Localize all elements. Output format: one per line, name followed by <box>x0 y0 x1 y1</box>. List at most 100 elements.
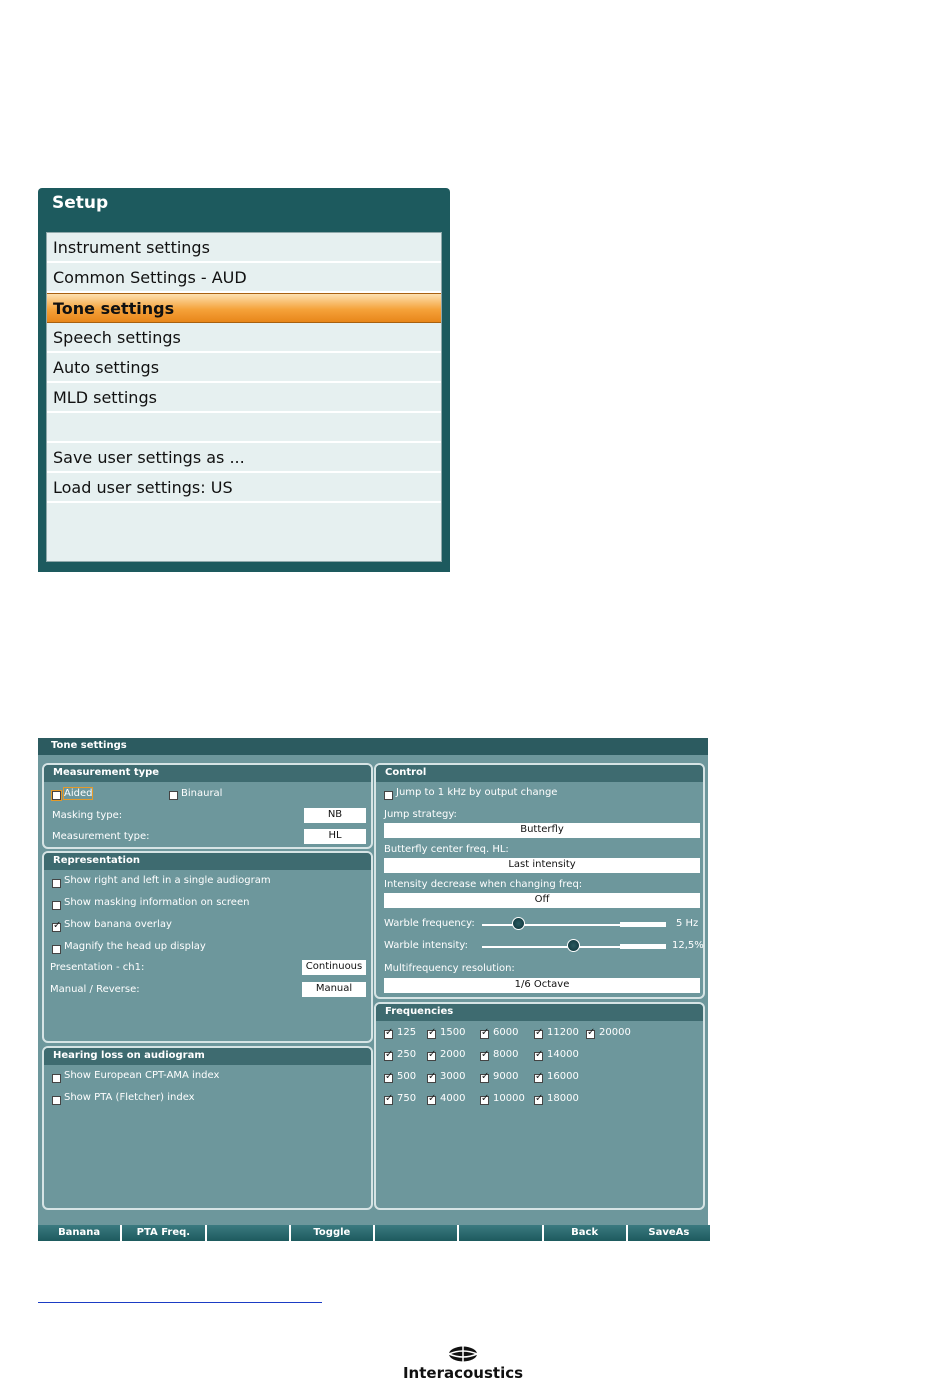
frequency-label-8000: 8000 <box>493 1049 519 1060</box>
frequency-label-10000: 10000 <box>493 1093 525 1104</box>
warble-frequency-track-end <box>620 922 666 927</box>
presentation-label: Presentation - ch1: <box>50 962 145 973</box>
european-cpt-ama-checkbox[interactable] <box>52 1074 61 1083</box>
warble-frequency-slider-knob[interactable] <box>511 917 525 930</box>
frequency-checkbox-3000[interactable] <box>427 1071 436 1083</box>
jump-strategy-label: Jump strategy: <box>384 809 457 820</box>
frequency-checkbox-125[interactable] <box>384 1027 393 1039</box>
warble-intensity-value: 12,5% <box>672 940 704 951</box>
bottom-function-bar: Banana PTA Freq. Toggle Back SaveAs <box>38 1225 710 1241</box>
measurement-type-title: Measurement type <box>44 765 371 782</box>
pta-freq-button[interactable]: PTA Freq. <box>122 1225 205 1241</box>
frequency-checkbox-16000[interactable] <box>534 1071 543 1083</box>
menu-item-common-settings[interactable]: Common Settings - AUD <box>47 263 441 293</box>
toggle-button[interactable]: Toggle <box>290 1225 373 1241</box>
representation-panel: Representation Show right and left in a … <box>42 851 373 1043</box>
frequency-label-500: 500 <box>397 1071 417 1082</box>
warble-intensity-label: Warble intensity: <box>384 940 468 951</box>
show-right-left-label: Show right and left in a single audiogra… <box>64 875 271 886</box>
setup-list: Instrument settings Common Settings - AU… <box>46 232 442 562</box>
show-banana-checkbox[interactable] <box>52 920 61 932</box>
footer-link-underline[interactable] <box>38 1302 322 1303</box>
frequency-label-11200: 11200 <box>547 1027 579 1038</box>
frequency-checkbox-11200[interactable] <box>534 1027 543 1039</box>
frequency-label-250: 250 <box>397 1049 417 1060</box>
menu-item-save-user-settings[interactable]: Save user settings as ... <box>47 443 441 473</box>
show-banana-label: Show banana overlay <box>64 919 172 930</box>
frequency-label-125: 125 <box>397 1027 417 1038</box>
frequency-checkbox-4000[interactable] <box>427 1093 436 1105</box>
frequency-checkbox-20000[interactable] <box>586 1027 595 1039</box>
control-title: Control <box>376 765 703 782</box>
frequency-checkbox-18000[interactable] <box>534 1093 543 1105</box>
menu-item-speech-settings[interactable]: Speech settings <box>47 323 441 353</box>
show-masking-checkbox[interactable] <box>52 901 61 910</box>
frequency-label-750: 750 <box>397 1093 417 1104</box>
menu-item-load-user-settings[interactable]: Load user settings: US <box>47 473 441 503</box>
frequency-checkbox-9000[interactable] <box>480 1071 489 1083</box>
menu-item-mld-settings[interactable]: MLD settings <box>47 383 441 413</box>
back-button[interactable]: Back <box>543 1225 626 1241</box>
warble-intensity-track-end <box>620 944 666 949</box>
frequency-label-4000: 4000 <box>440 1093 466 1104</box>
save-as-button[interactable]: SaveAs <box>627 1225 710 1241</box>
measurement-type-label: Measurement type: <box>52 831 150 842</box>
manual-reverse-value[interactable]: Manual <box>302 982 366 997</box>
hearing-loss-title: Hearing loss on audiogram <box>44 1048 371 1065</box>
frequency-checkbox-250[interactable] <box>384 1049 393 1061</box>
show-right-left-checkbox[interactable] <box>52 879 61 888</box>
frequency-checkbox-8000[interactable] <box>480 1049 489 1061</box>
manual-reverse-label: Manual / Reverse: <box>50 984 140 995</box>
frequency-label-3000: 3000 <box>440 1071 466 1082</box>
measurement-type-value[interactable]: HL <box>304 829 366 844</box>
intensity-decrease-label: Intensity decrease when changing freq: <box>384 879 583 890</box>
jump-1khz-label: Jump to 1 kHz by output change <box>396 787 558 798</box>
menu-item-empty <box>47 413 441 443</box>
pta-fletcher-label: Show PTA (Fletcher) index <box>64 1092 195 1103</box>
tone-settings-title: Tone settings <box>38 738 708 755</box>
empty-button-1[interactable] <box>206 1225 289 1241</box>
frequency-checkbox-6000[interactable] <box>480 1027 489 1039</box>
frequency-checkbox-14000[interactable] <box>534 1049 543 1061</box>
multifrequency-value[interactable]: 1/6 Octave <box>384 978 700 993</box>
presentation-value[interactable]: Continuous <box>302 960 366 975</box>
frequency-label-2000: 2000 <box>440 1049 466 1060</box>
jump-1khz-checkbox[interactable] <box>384 791 393 800</box>
frequency-checkbox-500[interactable] <box>384 1071 393 1083</box>
aided-label: Aided <box>62 787 94 800</box>
binaural-checkbox[interactable] <box>169 791 178 800</box>
frequency-label-1500: 1500 <box>440 1027 466 1038</box>
control-panel: Control Jump to 1 kHz by output change J… <box>374 763 705 999</box>
warble-intensity-slider-knob[interactable] <box>567 939 580 952</box>
frequency-checkbox-750[interactable] <box>384 1093 393 1105</box>
masking-type-value[interactable]: NB <box>304 808 366 823</box>
interacoustics-logo: Interacoustics <box>396 1346 530 1386</box>
masking-type-label: Masking type: <box>52 810 123 821</box>
frequency-checkbox-10000[interactable] <box>480 1093 489 1105</box>
frequencies-panel: Frequencies 125 250 500 750 1500 2000 3000 4000… <box>374 1002 705 1210</box>
intensity-decrease-value[interactable]: Off <box>384 893 700 908</box>
aided-checkbox[interactable] <box>51 790 62 801</box>
empty-button-2[interactable] <box>375 1225 458 1241</box>
empty-button-3[interactable] <box>459 1225 542 1241</box>
menu-item-auto-settings[interactable]: Auto settings <box>47 353 441 383</box>
menu-item-tone-settings[interactable]: Tone settings <box>47 293 441 323</box>
butterfly-center-value[interactable]: Last intensity <box>384 858 700 873</box>
frequency-label-6000: 6000 <box>493 1027 519 1038</box>
frequency-checkbox-1500[interactable] <box>427 1027 436 1039</box>
interacoustics-logo-icon <box>448 1346 478 1362</box>
banana-button[interactable]: Banana <box>38 1225 121 1241</box>
hearing-loss-panel: Hearing loss on audiogram Show European … <box>42 1046 373 1210</box>
frequency-label-14000: 14000 <box>547 1049 579 1060</box>
frequencies-title: Frequencies <box>376 1004 703 1021</box>
magnify-hud-checkbox[interactable] <box>52 945 61 954</box>
setup-menu: Setup Instrument settings Common Setting… <box>38 188 450 572</box>
jump-strategy-value[interactable]: Butterfly <box>384 823 700 838</box>
tone-settings-window: Tone settings Measurement type Aided Bin… <box>38 738 708 1241</box>
pta-fletcher-checkbox[interactable] <box>52 1096 61 1105</box>
magnify-hud-label: Magnify the head up display <box>64 941 206 952</box>
frequency-label-9000: 9000 <box>493 1071 519 1082</box>
frequency-checkbox-2000[interactable] <box>427 1049 436 1061</box>
menu-item-instrument-settings[interactable]: Instrument settings <box>47 233 441 263</box>
representation-title: Representation <box>44 853 371 870</box>
